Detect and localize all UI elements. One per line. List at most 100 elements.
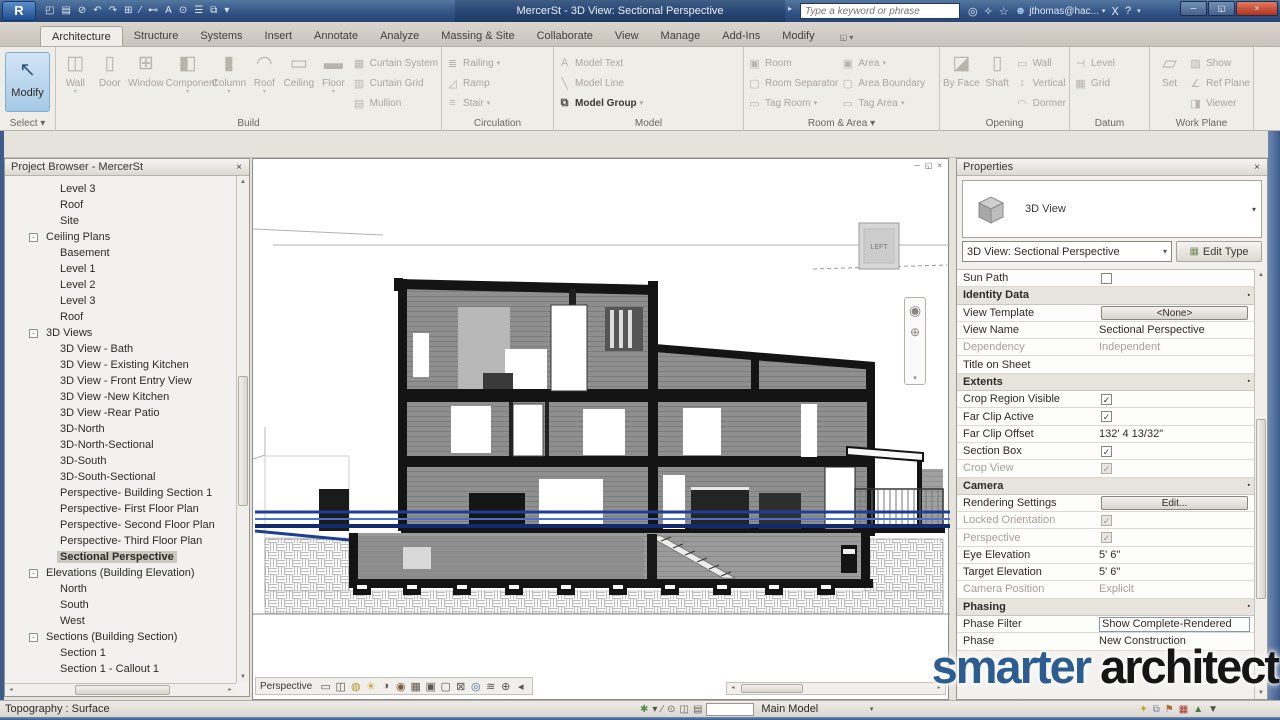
property-row-eye-elevation[interactable]: Eye Elevation5' 6" [957,547,1254,564]
visual-style-icon[interactable]: ◍ [348,680,363,693]
tree-item-west[interactable]: West [5,613,236,629]
tree-expander-icon[interactable]: - [29,633,38,642]
property-row-title-on-sheet[interactable]: Title on Sheet [957,356,1254,373]
ribbon-group-label[interactable]: Opening [940,117,1069,131]
tree-item-perspective-second-floor-plan[interactable]: Perspective- Second Floor Plan [5,517,236,533]
ribbon-button-vertical[interactable]: ↕Vertical [1015,73,1066,93]
ribbon-button-wall[interactable]: ▭Wall [1015,53,1066,73]
property-row-sun-path[interactable]: Sun Path✓ [957,270,1254,287]
ribbon-button-column[interactable]: ▮Column▾ [212,50,246,95]
tree-item-level-1[interactable]: Level 1 [5,261,236,277]
ribbon-button-curtain-grid[interactable]: ▥Curtain Grid [352,73,438,93]
restore-button[interactable]: ◱ [1208,1,1235,16]
scrollbar-thumb[interactable] [238,376,248,506]
checkbox[interactable]: ✓ [1101,446,1112,457]
ribbon-button-window[interactable]: ⊞Window [128,50,164,89]
exclude-options-icon[interactable]: ✦ [1139,704,1147,715]
scroll-up-icon[interactable]: ▲ [1255,269,1267,281]
tree-item-3d-north-sectional[interactable]: 3D-North-Sectional [5,437,236,453]
crop-view-icon[interactable]: ▣ [423,680,438,693]
checkbox[interactable]: ✓ [1101,411,1112,422]
scroll-up-icon[interactable]: ▲ [237,176,249,188]
scroll-right-icon[interactable]: ▸ [224,684,236,697]
lock-icon[interactable]: ⊙ [176,1,190,21]
property-row-dependency[interactable]: DependencyIndependent [957,339,1254,356]
render-gallery-icon[interactable]: ▦ [408,680,423,693]
sync-icon[interactable]: ⊘ [75,1,89,21]
ribbon-button-show[interactable]: ▨Show [1188,53,1250,73]
search-icon[interactable]: ◎ [968,5,978,18]
ribbon-button-railing[interactable]: ≣Railing▾ [445,53,500,73]
tab-view[interactable]: View [604,26,650,46]
ribbon-group-label[interactable]: Model [554,117,743,131]
property-row-target-elevation[interactable]: Target Elevation5' 6" [957,564,1254,581]
property-button-none[interactable]: <None> [1101,306,1248,320]
tree-item-basement[interactable]: Basement [5,245,236,261]
ribbon-group-label[interactable]: Datum [1070,117,1149,131]
tree-item-north[interactable]: North [5,581,236,597]
section-collapse-icon[interactable]: ▪ [1248,292,1250,299]
section-collapse-icon[interactable]: ▪ [1248,603,1250,610]
redo-icon[interactable]: ↷ [106,1,120,21]
editable-only-icon[interactable]: ∕ [661,704,663,715]
view-scale-label[interactable]: Perspective [260,681,312,692]
scale-icon[interactable]: ▭ [318,680,333,693]
navigation-bar[interactable]: ◉ ⊕ ▾ [904,297,926,385]
switch-windows-icon[interactable]: ⧉ [207,1,220,21]
ribbon-button-ramp[interactable]: ◿Ramp [445,73,500,93]
design-options-dropdown[interactable]: Main Model ▾ [758,702,876,716]
ribbon-display-toggle[interactable]: ◱ ▾ [834,29,860,46]
links-icon[interactable]: ⚑ [1165,704,1174,715]
tab-manage[interactable]: Manage [650,26,712,46]
design-option-dropdown-icon[interactable]: ▾ [652,704,657,715]
property-row-locked-orientation[interactable]: Locked Orientation✓ [957,512,1254,529]
tree-item-level-3[interactable]: Level 3 [5,293,236,309]
ribbon-button-component[interactable]: ◧Component▾ [166,50,210,95]
zoom-icon[interactable]: ⊕ [910,325,920,339]
tree-item-section-1-callout-1[interactable]: Section 1 - Callout 1 [5,661,236,677]
steering-wheel-icon[interactable]: ◉ [909,302,921,319]
tree-item-perspective-building-section-1[interactable]: Perspective- Building Section 1 [5,485,236,501]
property-row-camera-position[interactable]: Camera PositionExplicit [957,581,1254,598]
lock-view-icon[interactable]: ⊠ [453,680,468,693]
show-crop-icon[interactable]: ▢ [438,680,453,693]
ribbon-button-stair[interactable]: ≡Stair▾ [445,93,500,113]
ribbon-button-ref-plane[interactable]: ∠Ref Plane [1188,73,1250,93]
tree-expander-icon[interactable]: - [29,233,38,242]
property-row-crop-view[interactable]: Crop View✓ [957,460,1254,477]
navbar-more-icon[interactable]: ▾ [913,374,917,382]
view-minimize-icon[interactable]: ─ [914,161,920,170]
type-selector[interactable]: 3D View ▾ [962,180,1262,238]
tab-annotate[interactable]: Annotate [303,26,369,46]
tab-add-ins[interactable]: Add-Ins [711,26,771,46]
tab-massing-site[interactable]: Massing & Site [430,26,525,46]
ribbon-button-area-boundary[interactable]: ▢Area Boundary [840,73,925,93]
tab-modify[interactable]: Modify [771,26,825,46]
text-icon[interactable]: A [162,1,175,21]
ribbon-button-dormer[interactable]: ◠Dormer [1015,93,1066,113]
ribbon-button-model-text[interactable]: AModel Text [557,53,643,73]
tree-item-3d-south[interactable]: 3D-South [5,453,236,469]
ribbon-group-label[interactable]: Build [56,117,441,131]
ribbon-group-label[interactable]: Room & Area ▾ [744,117,939,131]
ribbon-button-level[interactable]: ⊣Level [1073,53,1115,73]
close-button[interactable]: × [1236,1,1278,16]
tree-item-site[interactable]: Site [5,213,236,229]
tab-systems[interactable]: Systems [189,26,253,46]
property-row-view-template[interactable]: View Template<None> [957,305,1254,322]
help-dropdown-icon[interactable]: ▾ [1137,7,1141,15]
browser-vertical-scrollbar[interactable]: ▲ ▼ [236,176,249,683]
ribbon-button-floor[interactable]: ▬Floor▾ [317,50,350,95]
tree-item-sectional-perspective[interactable]: Sectional Perspective [5,549,236,565]
tree-item-perspective-first-floor-plan[interactable]: Perspective- First Floor Plan [5,501,236,517]
ribbon-button-mullion[interactable]: ▤Mullion [352,93,438,113]
chevron-down-icon[interactable]: ▾ [1252,205,1256,214]
scrollbar-thumb[interactable] [741,684,803,693]
thin-lines-icon[interactable]: ☰ [191,1,206,21]
ribbon-group-label[interactable]: Circulation [442,117,553,131]
scroll-down-icon[interactable]: ▼ [237,671,249,683]
tree-item-3d-view-front-entry-view[interactable]: 3D View - Front Entry View [5,373,236,389]
ribbon-button-roof[interactable]: ◠Roof▾ [248,50,281,95]
edit-type-button[interactable]: ▦ Edit Type [1176,241,1262,262]
property-row-far-clip-offset[interactable]: Far Clip Offset132' 4 13/32" [957,426,1254,443]
